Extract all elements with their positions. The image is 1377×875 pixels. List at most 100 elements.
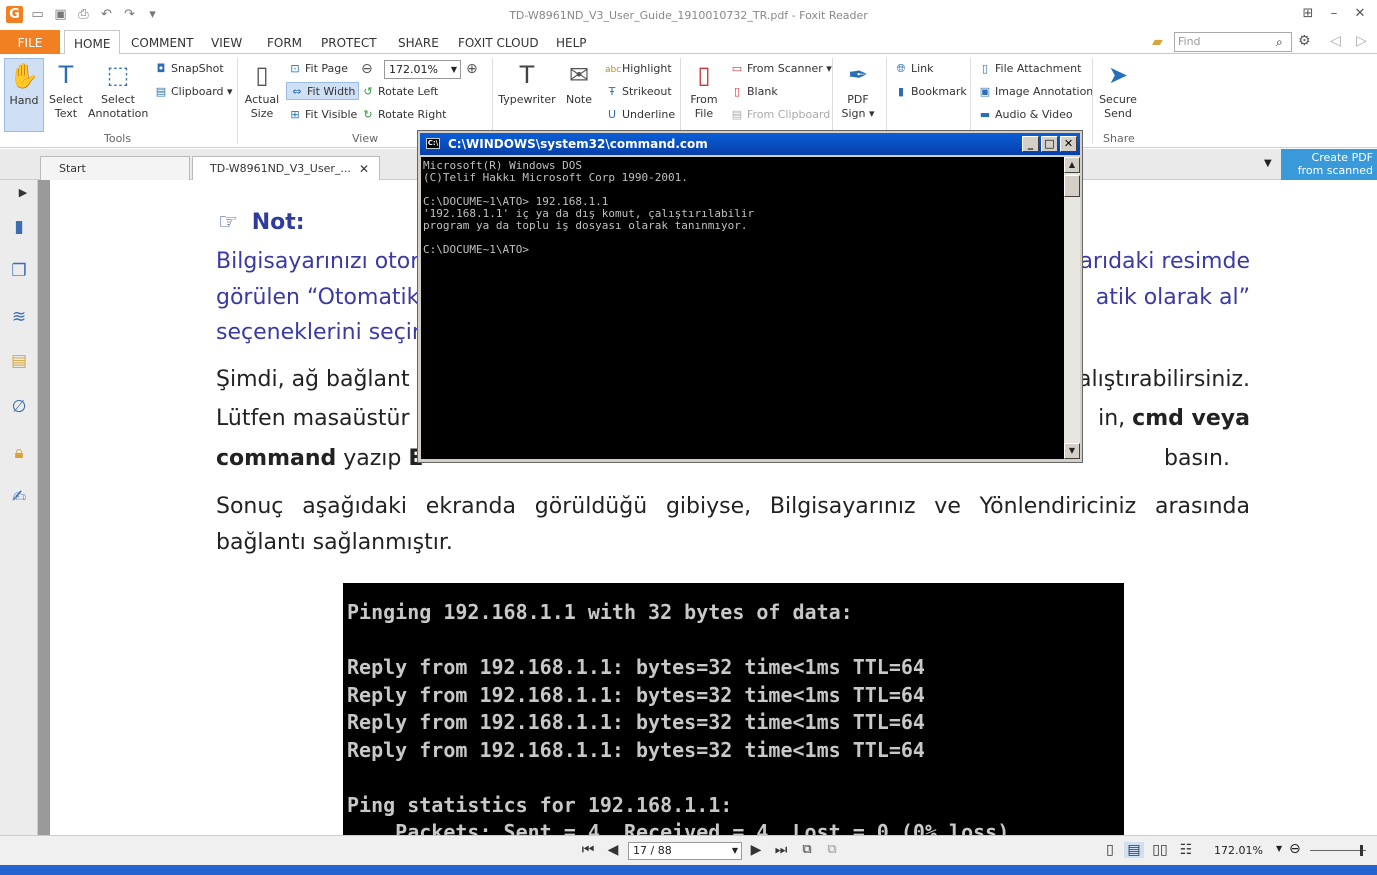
command-prompt-window[interactable]: C:\ C:\WINDOWS\system32\command.com _ □ … [417,130,1083,463]
cmd-close-button[interactable]: ✕ [1060,136,1077,152]
security-lock-icon[interactable]: 🔒︎ [8,442,30,464]
previous-view-icon[interactable]: ⧉ [797,842,817,857]
cmd-maximize-button[interactable]: □ [1041,136,1058,152]
scroll-thumb[interactable] [1064,175,1080,197]
tab-protect[interactable]: PROTECT [312,30,386,54]
highlight-button[interactable]: abcHighlight [605,60,672,78]
bookmark-icon: ▮ [897,85,905,98]
zoom-level[interactable]: 172.01% [1214,844,1263,857]
navigation-pane: ▶ ▮ ❐ ≋ ▤ ∅ 🔒︎ ✍ [0,180,38,835]
select-text-button[interactable]: T Select Text [46,60,86,121]
pages-icon[interactable]: ❐ [8,260,30,282]
zoom-slider-thumb[interactable] [1360,845,1363,856]
cmd-console[interactable]: Microsoft(R) Windows DOS (C)Telif Hakkı M… [421,157,1064,459]
attachments-icon[interactable]: ∅ [8,396,30,418]
tab-comment[interactable]: COMMENT [122,30,202,54]
continuous-facing-icon[interactable]: ☷ [1176,842,1196,858]
folder-icon[interactable]: ▰ [1152,34,1163,50]
actual-size-button[interactable]: ▯ Actual Size [243,60,281,121]
zoom-out-status-icon[interactable]: ⊖ [1289,841,1301,857]
scroll-down-icon[interactable]: ▼ [1064,443,1080,459]
pdf-sign-button[interactable]: ✒ PDF Sign ▾ [838,60,878,121]
clipboard-button[interactable]: ▤ Clipboard ▾ [154,83,233,101]
rotate-left-button[interactable]: ↺ Rotate Left [361,83,438,101]
next-page-icon[interactable]: ▶ [746,842,766,858]
image-annotation-button[interactable]: ▣ Image Annotation [978,83,1093,101]
comments-icon[interactable]: ▤ [8,350,30,372]
file-attachment-button[interactable]: ▯ File Attachment [978,60,1081,78]
fit-page-button[interactable]: ⊡ Fit Page [288,60,348,78]
snapshot-button[interactable]: ◘ SnapShot [154,60,224,78]
pane-splitter[interactable] [38,180,50,835]
tab-form[interactable]: FORM [258,30,311,54]
from-file-button[interactable]: ▯ From File [686,60,722,121]
secure-send-button[interactable]: ➤ Secure Send [1098,60,1138,121]
bookmarks-icon[interactable]: ▮ [8,216,30,238]
ping-screenshot-image: Pinging 192.168.1.1 with 32 bytes of dat… [343,583,1124,835]
zoom-slider[interactable] [1310,845,1366,856]
tab-view[interactable]: VIEW [202,30,251,54]
note-button[interactable]: ✉ Note [560,60,598,107]
tab-start[interactable]: Start [40,156,190,180]
from-scanner-button[interactable]: ▭ From Scanner ▾ [730,60,832,78]
last-page-icon[interactable]: ⏭ [771,842,791,858]
continuous-page-icon[interactable]: ▤ [1124,842,1144,858]
attachment-icon: ▯ [981,62,989,75]
fit-width-button[interactable]: ⇔ Fit Width [286,82,360,100]
bookmark-button[interactable]: ▮ Bookmark [894,83,967,101]
cmd-title-bar[interactable]: C:\ C:\WINDOWS\system32\command.com _ □ … [420,133,1080,155]
pen-icon: ✒ [847,61,869,89]
actual-size-icon: ▯ [255,61,269,89]
tab-help[interactable]: HELP [547,30,596,54]
first-page-icon[interactable]: ⏮ [578,842,598,858]
image-icon: ▣ [979,85,991,98]
tab-foxit-cloud[interactable]: FOXIT CLOUD [449,30,548,54]
tab-file[interactable]: FILE [0,30,60,54]
zoom-dropdown-icon[interactable]: ▼ [1276,844,1282,853]
minimize-button[interactable]: – [1323,4,1345,24]
rotate-right-button[interactable]: ↻ Rotate Right [361,106,446,124]
ribbon-toggle-icon[interactable]: ⊞ [1297,4,1319,24]
signature-icon[interactable]: ✍ [8,486,30,508]
link-button[interactable]: 🌐︎ Link [894,60,934,78]
next-view-icon[interactable]: ⧉ [822,842,842,857]
single-page-icon[interactable]: ▯ [1100,842,1120,858]
audio-video-button[interactable]: ▬ Audio & Video [978,106,1073,124]
tab-share[interactable]: SHARE [389,30,448,54]
window-title: TD-W8961ND_V3_User_Guide_1910010732_TR.p… [509,9,868,22]
blank-button[interactable]: ▯ Blank [730,83,778,101]
fit-page-icon: ⊡ [290,62,300,75]
underline-button[interactable]: U Underline [605,106,675,124]
hand-button[interactable]: ✋ Hand [4,58,44,132]
highlight-icon: abc [605,65,622,75]
previous-page-icon[interactable]: ◀ [603,842,623,858]
select-annotation-button[interactable]: ⬚ Select Annotation [88,60,148,121]
page-number-input[interactable]: 17 / 88 ▼ [628,842,742,860]
close-window-button[interactable]: ✕ [1349,4,1371,24]
layers-icon[interactable]: ≋ [8,306,30,328]
group-tools-label: Tools [104,132,132,145]
tab-document[interactable]: TD-W8961ND_V3_User_... ✕ [192,156,380,180]
gear-icon[interactable]: ⚙ [1298,33,1311,49]
fit-visible-button[interactable]: ⊞ Fit Visible [288,106,357,124]
find-input[interactable]: Find [1174,32,1292,52]
create-pdf-banner[interactable]: Create PDF from scanned [1281,149,1377,180]
strikeout-button[interactable]: Ŧ Strikeout [605,83,672,101]
tab-home[interactable]: HOME [64,30,121,55]
search-icon[interactable]: ⌕ [1276,35,1283,50]
expand-pane-icon[interactable]: ▶ [12,182,34,204]
zoom-out-icon[interactable]: ⊖ [361,61,373,77]
next-arrow-icon[interactable]: ▷ [1356,33,1367,49]
cmd-minimize-button[interactable]: _ [1022,136,1039,152]
close-tab-icon[interactable]: ✕ [359,157,369,181]
zoom-select[interactable]: 172.01% ▼ [384,60,461,79]
typewriter-button[interactable]: T Typewriter [498,60,556,107]
cmd-scrollbar[interactable]: ▲ ▼ [1064,157,1080,459]
ping-line: Reply from 192.168.1.1: bytes=32 time<1m… [347,655,925,679]
tab-list-icon[interactable]: ▼ [1264,158,1272,169]
prev-arrow-icon[interactable]: ◁ [1330,33,1341,49]
zoom-in-icon[interactable]: ⊕ [466,61,478,77]
scroll-up-icon[interactable]: ▲ [1064,157,1080,173]
from-clipboard-button[interactable]: ▤ From Clipboard [730,106,831,124]
facing-page-icon[interactable]: ▯▯ [1150,842,1170,858]
